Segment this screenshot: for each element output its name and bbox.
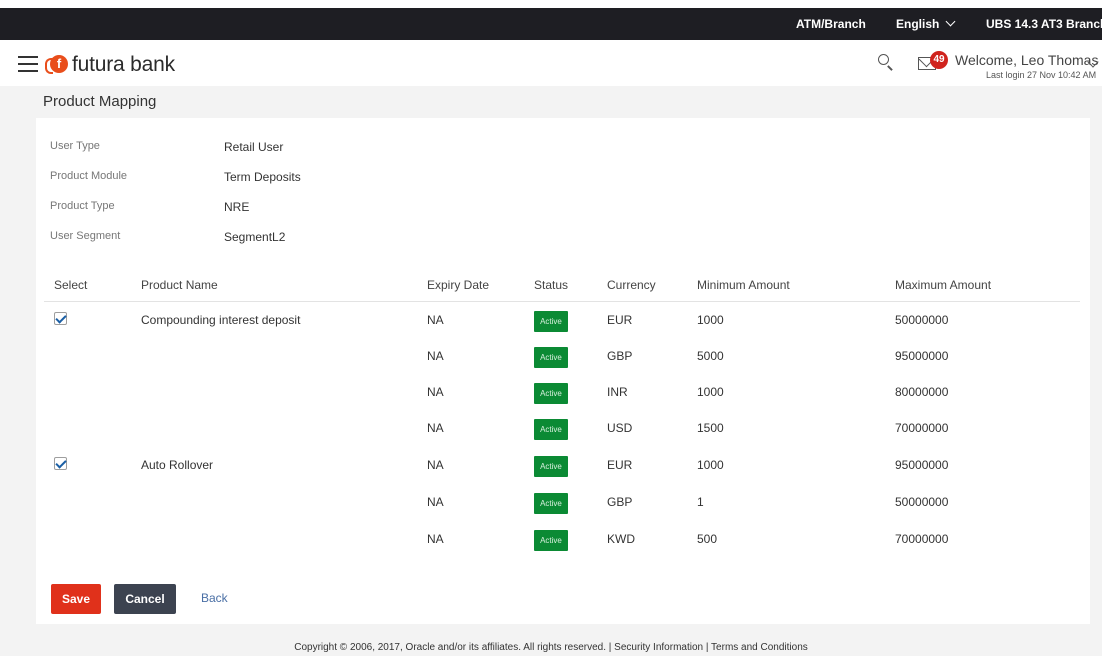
cancel-button[interactable]: Cancel — [114, 584, 176, 614]
column-header-maximum-amount: Maximum Amount — [895, 278, 992, 292]
status-badge: Active — [534, 530, 568, 551]
column-header-select: Select — [54, 278, 88, 292]
expiry-date: NA — [427, 495, 444, 509]
info-value: Term Deposits — [224, 170, 301, 184]
column-header-status: Status — [534, 278, 569, 292]
info-label: User Segment — [50, 230, 121, 242]
column-header-expiry-date: Expiry Date — [427, 278, 490, 292]
expiry-date: NA — [427, 313, 444, 327]
info-value: Retail User — [224, 140, 284, 154]
status-badge-label: Active — [534, 419, 568, 440]
status-badge-label: Active — [534, 456, 568, 477]
status-badge-label: Active — [534, 347, 568, 368]
expiry-date: NA — [427, 385, 444, 399]
maximum-amount: 70000000 — [895, 532, 949, 546]
maximum-amount: 80000000 — [895, 385, 949, 399]
top-bar: ATM/Branch English UBS 14.3 AT3 Branch — [0, 8, 1102, 40]
expiry-date: NA — [427, 532, 444, 546]
brand-name[interactable]: futura bank — [72, 53, 175, 77]
info-label: Product Type — [50, 200, 115, 212]
menu-icon[interactable] — [18, 56, 38, 72]
column-header-product-name: Product Name — [141, 278, 218, 292]
language-label: English — [896, 17, 940, 31]
table-row: NA Active GBP 5000 95000000 — [44, 339, 1080, 375]
currency: GBP — [607, 495, 633, 509]
maximum-amount: 50000000 — [895, 313, 949, 327]
info-value: NRE — [224, 200, 250, 214]
language-selector[interactable]: English — [896, 16, 956, 31]
minimum-amount: 1000 — [697, 313, 724, 327]
info-label: Product Module — [50, 170, 128, 182]
maximum-amount: 50000000 — [895, 495, 949, 509]
product-mapping-card: User Type Retail User Product Module Ter… — [36, 118, 1090, 624]
atm-branch-link[interactable]: ATM/Branch — [796, 17, 866, 31]
expiry-date: NA — [427, 458, 444, 472]
table-row: NA Active GBP 1 50000000 — [44, 485, 1080, 521]
top-strip — [0, 0, 1102, 8]
maximum-amount: 95000000 — [895, 349, 949, 363]
expiry-date: NA — [427, 349, 444, 363]
select-checkbox[interactable] — [54, 312, 67, 325]
currency: EUR — [607, 458, 633, 472]
currency: USD — [607, 421, 633, 435]
search-icon[interactable] — [878, 54, 894, 71]
minimum-amount: 5000 — [697, 349, 724, 363]
status-badge: Active — [534, 493, 568, 514]
select-checkbox[interactable] — [54, 457, 67, 470]
table-row: NA Active KWD 500 70000000 — [44, 522, 1080, 558]
status-badge-label: Active — [534, 383, 568, 404]
info-label: User Type — [50, 140, 100, 152]
header: f futura bank 49 Welcome, Leo Thomas Las… — [0, 40, 1102, 86]
last-login-text: Last login 27 Nov 10:42 AM — [986, 70, 1097, 80]
futura-logo-icon: f — [45, 55, 68, 74]
mail-count-badge: 49 — [930, 51, 948, 69]
table-row: NA Active USD 1500 70000000 — [44, 411, 1080, 447]
product-name: Compounding interest deposit — [141, 313, 301, 327]
minimum-amount: 500 — [697, 532, 718, 546]
info-value: SegmentL2 — [224, 230, 286, 244]
currency: EUR — [607, 313, 633, 327]
status-badge-label: Active — [534, 311, 568, 332]
column-header-currency: Currency — [607, 278, 656, 292]
currency: GBP — [607, 349, 633, 363]
minimum-amount: 1500 — [697, 421, 724, 435]
welcome-text[interactable]: Welcome, Leo Thomas — [955, 52, 1098, 68]
column-header-minimum-amount: Minimum Amount — [697, 278, 790, 292]
table-row: Auto Rollover NA Active EUR 1000 9500000… — [44, 448, 1080, 484]
status-badge: Active — [534, 383, 568, 404]
table-row: NA Active INR 1000 80000000 — [44, 375, 1080, 411]
chevron-down-icon — [945, 16, 956, 27]
page-title: Product Mapping — [43, 93, 157, 110]
currency: INR — [607, 385, 628, 399]
status-badge: Active — [534, 347, 568, 368]
table-row: Compounding interest deposit NA Active E… — [44, 303, 1080, 339]
expiry-date: NA — [427, 421, 444, 435]
footer-text: Copyright © 2006, 2017, Oracle and/or it… — [294, 642, 808, 653]
minimum-amount: 1000 — [697, 458, 724, 472]
product-name: Auto Rollover — [141, 458, 214, 472]
status-badge-label: Active — [534, 493, 568, 514]
back-link[interactable]: Back — [201, 591, 228, 605]
table-header: Select Product Name Expiry Date Status C… — [44, 274, 1080, 302]
minimum-amount: 1 — [697, 495, 704, 509]
status-badge: Active — [534, 311, 568, 332]
status-badge: Active — [534, 419, 568, 440]
branch-label: UBS 14.3 AT3 Branch — [986, 17, 1102, 31]
branch-selector[interactable]: UBS 14.3 AT3 Branch — [986, 17, 1102, 31]
currency: KWD — [607, 532, 635, 546]
maximum-amount: 70000000 — [895, 421, 949, 435]
minimum-amount: 1000 — [697, 385, 724, 399]
save-button[interactable]: Save — [51, 584, 101, 614]
maximum-amount: 95000000 — [895, 458, 949, 472]
status-badge: Active — [534, 456, 568, 477]
status-badge-label: Active — [534, 530, 568, 551]
